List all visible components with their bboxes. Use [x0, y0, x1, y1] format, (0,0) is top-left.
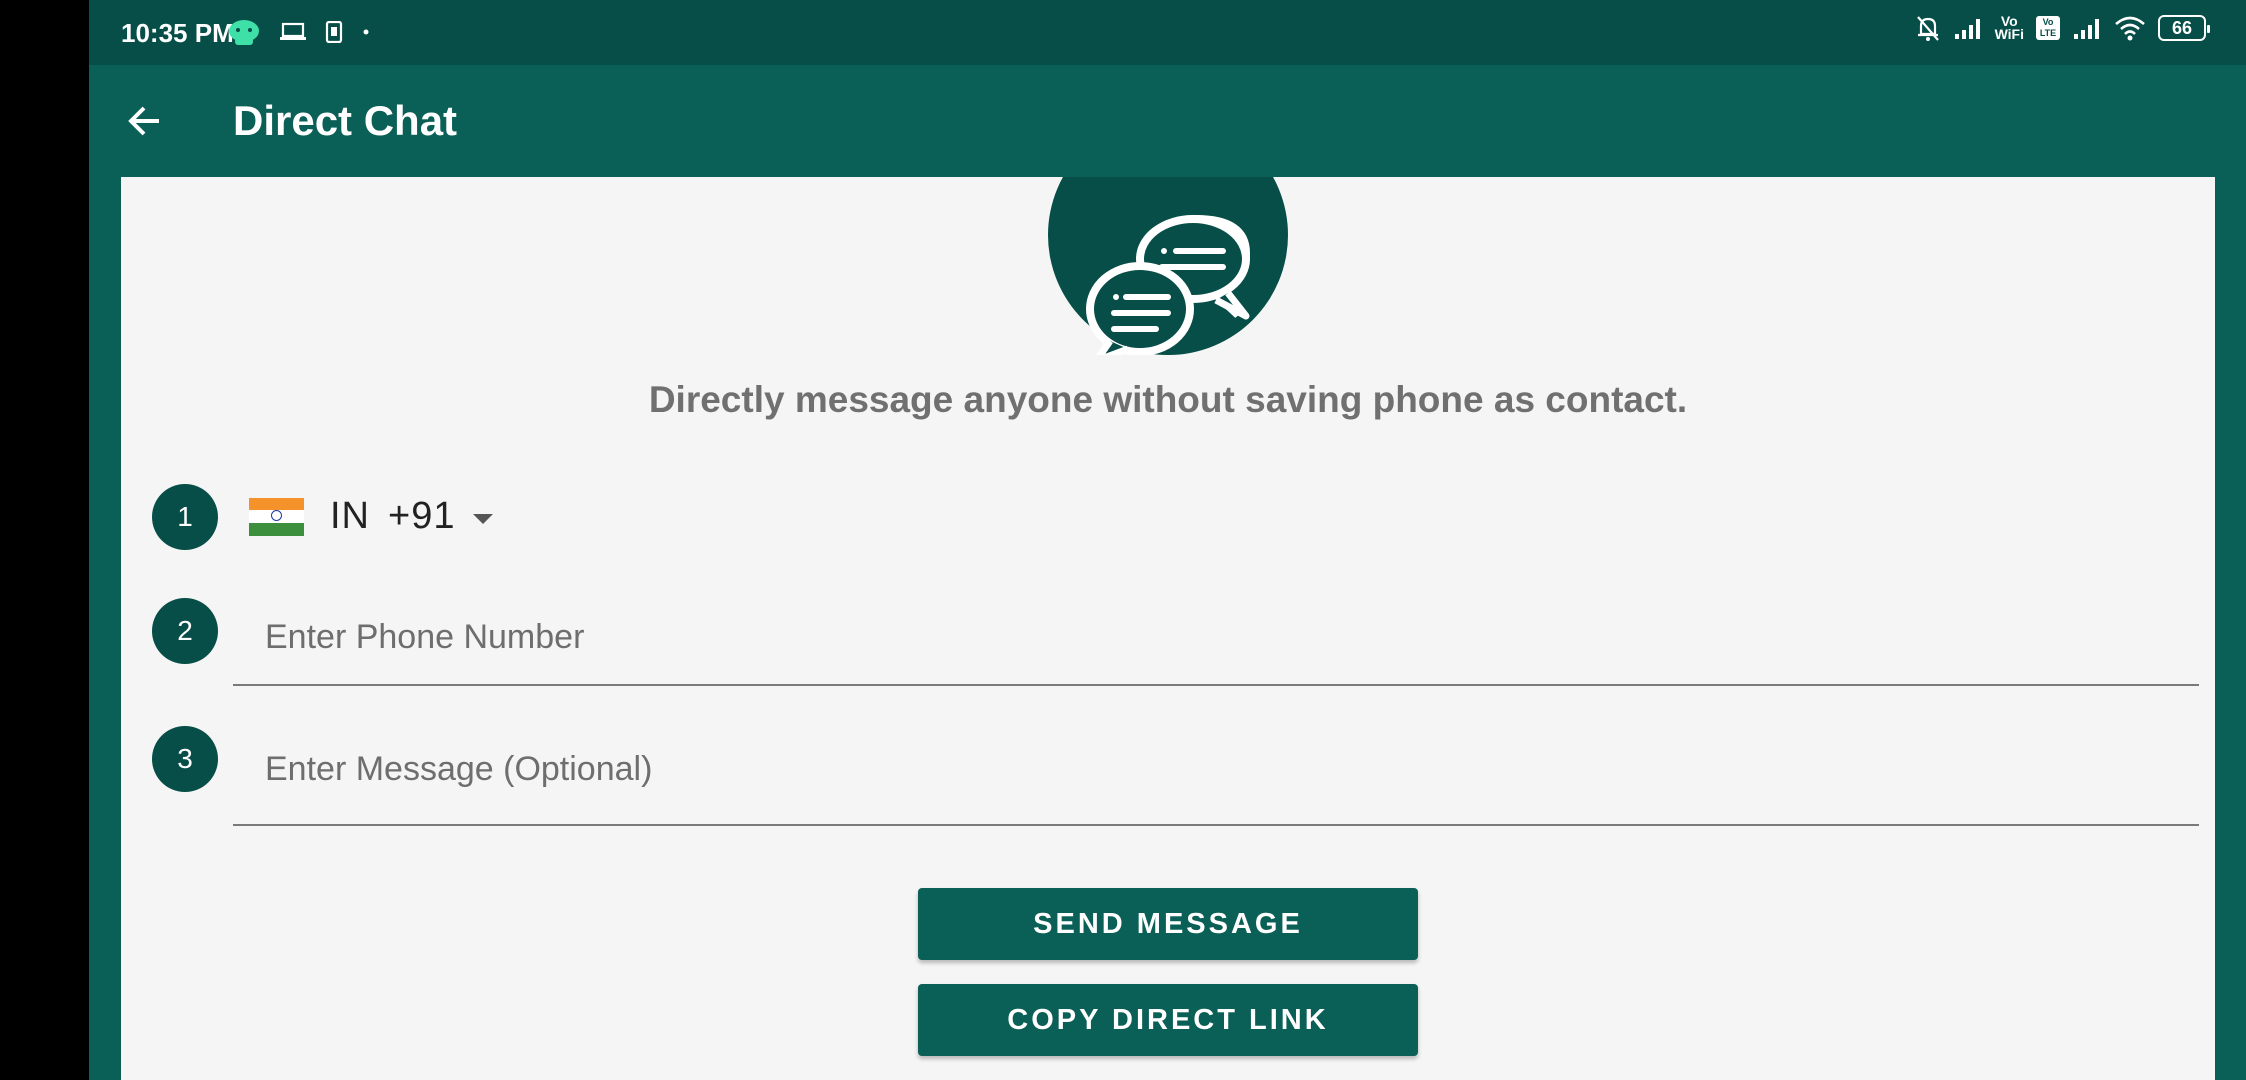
signal-icon [2074, 19, 2099, 39]
page-title: Direct Chat [233, 97, 458, 144]
phone-field [233, 591, 2199, 686]
laptop-icon [280, 22, 306, 40]
country-picker[interactable]: IN +91 [249, 495, 494, 538]
logo [1048, 177, 1288, 355]
india-flag-icon [249, 497, 304, 536]
step-3-badge: 3 [152, 726, 218, 792]
chat-bubbles-icon [1086, 214, 1251, 355]
step-2-badge: 2 [152, 598, 218, 664]
phone-input[interactable] [265, 607, 2165, 667]
status-left-icons [227, 18, 371, 46]
volte-label: Vo LTE [2039, 17, 2057, 38]
bell-off-icon [1916, 16, 1939, 41]
left-black-bar [0, 0, 89, 1080]
app-bar: Direct Chat [89, 65, 2246, 177]
country-code: IN [330, 495, 370, 537]
tagline: Directly message anyone without saving p… [648, 379, 1688, 420]
vowifi-icon: Vo WiFi [1994, 14, 2024, 42]
message-field [233, 717, 2199, 826]
copy-direct-link-button[interactable]: COPY DIRECT LINK [918, 984, 1418, 1056]
chevron-down-icon [473, 513, 494, 524]
message-input[interactable] [265, 739, 2165, 799]
chat-bubble-icon [229, 20, 259, 45]
battery-level: 66 [2171, 17, 2193, 38]
status-time: 10:35 PM [121, 18, 234, 48]
vowifi-label-bottom: WiFi [1994, 26, 2024, 42]
signal-icon [1954, 19, 1980, 39]
battery-icon: 66 [2158, 15, 2210, 41]
dot-icon [363, 29, 369, 35]
main-card: Directly message anyone without saving p… [121, 177, 2215, 1080]
step-1-badge: 1 [152, 484, 218, 550]
send-message-button[interactable]: SEND MESSAGE [918, 888, 1418, 960]
arrow-left-icon[interactable] [125, 101, 165, 141]
volte-icon: Vo LTE [2036, 16, 2060, 40]
dial-code: +91 [388, 495, 456, 537]
status-bar: 10:35 PM Vo WiFi Vo LTE 66 [89, 0, 2246, 65]
wifi-icon [2115, 16, 2145, 41]
sim-card-icon [325, 21, 343, 43]
status-right-icons: Vo WiFi Vo LTE 66 [1915, 14, 2210, 42]
